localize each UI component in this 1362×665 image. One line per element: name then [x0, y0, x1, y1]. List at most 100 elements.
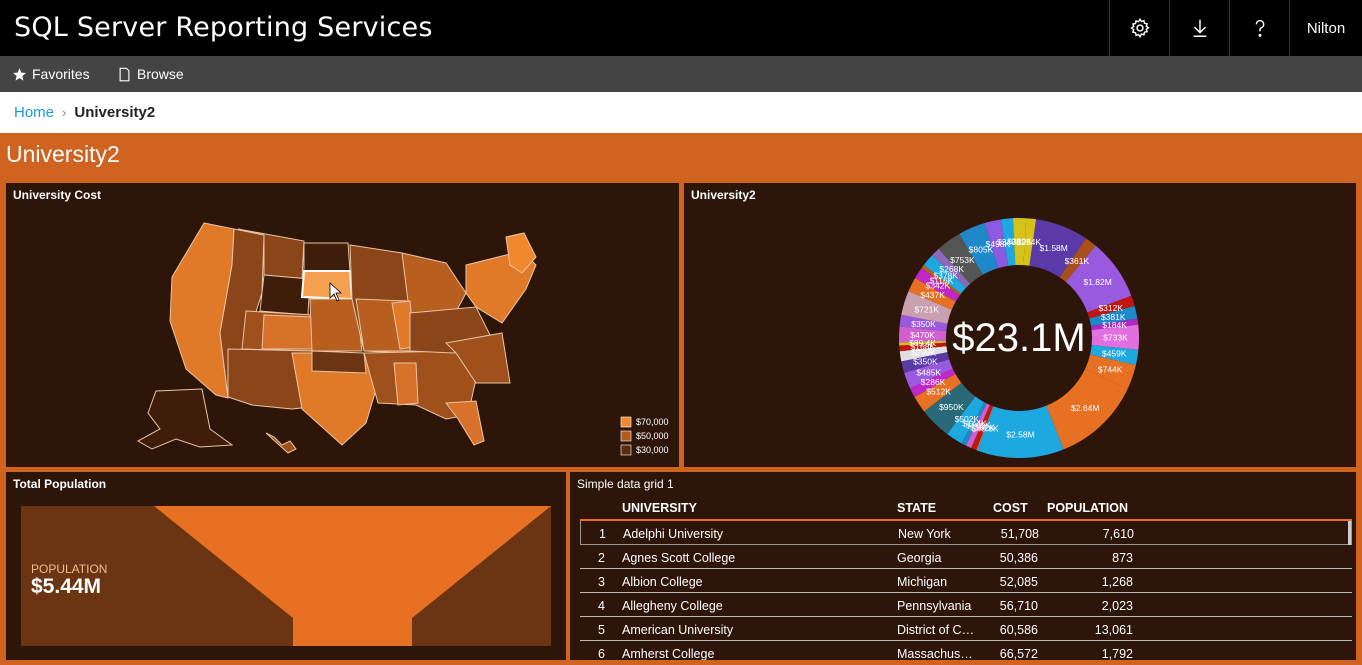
legend-swatch-mid	[620, 430, 632, 442]
map-tile[interactable]: University Cost $70,000 $50,000 $30,000	[6, 183, 679, 467]
legend-label-low: $30,000	[636, 445, 669, 455]
donut-data-label: $502K	[955, 414, 980, 424]
donut-data-label: $459K	[1102, 349, 1127, 359]
donut-data-label: $350K	[911, 319, 936, 329]
breadcrumb: Home › University2	[0, 92, 1362, 133]
cell-university: Albion College	[622, 575, 703, 589]
grid-header-row: UNIVERSITY STATE COST POPULATION	[580, 496, 1352, 521]
donut-data-label: $437K	[920, 290, 945, 300]
donut-data-label: $753K	[950, 255, 975, 265]
breadcrumb-current: University2	[74, 104, 156, 121]
donut-data-label: $721K	[914, 305, 939, 315]
data-grid: UNIVERSITY STATE COST POPULATION 1 Adelph…	[580, 496, 1352, 660]
donut-data-label: $184K	[1102, 320, 1127, 330]
map-region-north-dakota	[303, 242, 351, 272]
map-region-oklahoma	[311, 350, 367, 374]
donut-data-label: $286K	[921, 377, 946, 387]
cell-university: Amherst College	[622, 647, 715, 660]
table-row[interactable]: 3 Albion College Michigan 52,085 1,268	[580, 569, 1352, 593]
donut-center-value: $23.1M	[952, 316, 1085, 360]
page-title: University2	[6, 141, 120, 167]
cell-state: Michigan	[897, 575, 948, 589]
row-number: 1	[599, 527, 606, 541]
cell-university: Adelphi University	[623, 527, 724, 541]
favorites-label: Favorites	[32, 66, 90, 82]
top-bar: SQL Server Reporting Services Nilton	[0, 0, 1362, 56]
map-region-south-dakota	[300, 270, 354, 301]
settings-button[interactable]	[1109, 0, 1169, 56]
gear-icon	[1129, 17, 1150, 39]
table-row[interactable]: 5 American University District of Col... 60…	[580, 617, 1352, 641]
funnel-chart[interactable]: POPULATION $5.44M	[6, 472, 566, 660]
table-row[interactable]: 2 Agnes Scott College Georgia 50,386 873	[580, 545, 1352, 569]
cell-cost: 66,572	[999, 647, 1038, 660]
table-row[interactable]: 6 Amherst College Massachusetts 66,572 1,792	[580, 641, 1352, 660]
donut-tile[interactable]: University2 $294K $1.58M $361K $1.82M $312K $…	[684, 183, 1356, 467]
legend-label-high: $70,000	[636, 417, 669, 427]
document-icon	[119, 67, 130, 81]
user-menu-button[interactable]: Nilton	[1289, 0, 1362, 56]
cell-state: Massachusetts	[897, 647, 979, 660]
legend-label-mid: $50,000	[636, 431, 669, 441]
column-header-university[interactable]: UNIVERSITY	[622, 501, 882, 515]
cell-state: New York	[898, 527, 951, 541]
donut-data-label: $470K	[910, 330, 935, 340]
nav-bar: Favorites Browse	[0, 56, 1362, 92]
donut-data-label: $744K	[1098, 365, 1123, 375]
map-legend: $70,000 $50,000 $30,000	[620, 416, 669, 456]
column-header-population[interactable]: POPULATION	[1047, 501, 1147, 515]
question-icon	[1255, 19, 1264, 37]
map-region-florida	[445, 400, 485, 446]
donut-data-label: $389K	[1007, 237, 1032, 247]
download-button[interactable]	[1169, 0, 1229, 56]
cell-state: Pennsylvania	[897, 599, 972, 613]
browse-link[interactable]: Browse	[117, 56, 184, 92]
cell-cost: 56,710	[999, 599, 1038, 613]
row-number: 5	[598, 623, 605, 637]
row-number: 2	[598, 551, 605, 565]
donut-data-label: $950K	[939, 402, 964, 412]
donut-data-label: $1.82M	[1083, 277, 1111, 287]
browse-label: Browse	[137, 66, 184, 82]
donut-data-label: $512K	[926, 386, 951, 396]
cell-university: Agnes Scott College	[622, 551, 736, 565]
cell-university: Allegheny College	[622, 599, 723, 613]
breadcrumb-home-link[interactable]: Home	[14, 104, 54, 121]
table-row[interactable]: 4 Allegheny College Pennsylvania 56,710 2,02…	[580, 593, 1352, 617]
column-header-state[interactable]: STATE	[897, 501, 979, 515]
cell-population: 873	[1112, 551, 1133, 565]
donut-data-label: $361K	[1065, 256, 1090, 266]
donut-chart[interactable]: $294K$1.58M$361K$1.82M$312K$381K$184K$73…	[684, 183, 1356, 467]
row-number: 4	[598, 599, 605, 613]
legend-swatch-low	[620, 444, 632, 456]
column-header-cost[interactable]: COST	[993, 501, 1046, 515]
download-icon	[1193, 19, 1206, 37]
app-title: SQL Server Reporting Services	[14, 12, 433, 43]
map-region-colorado	[261, 314, 315, 350]
grid-tile-title: Simple data grid 1	[577, 477, 674, 491]
donut-data-label: $268K	[939, 264, 964, 274]
cell-cost: 51,708	[1000, 527, 1039, 541]
star-icon	[13, 67, 26, 81]
cell-population: 1,792	[1101, 647, 1133, 660]
us-map[interactable]: $70,000 $50,000 $30,000	[6, 183, 679, 467]
chevron-right-icon: ›	[62, 105, 67, 120]
cell-cost: 60,586	[999, 623, 1038, 637]
donut-data-label: $2.58M	[1006, 429, 1034, 439]
help-button[interactable]	[1229, 0, 1289, 56]
row-number: 6	[598, 647, 605, 660]
funnel-tile[interactable]: Total Population POPULATION $5.44M	[6, 472, 566, 660]
grid-scrollbar[interactable]	[1348, 521, 1351, 545]
cell-population: 1,268	[1101, 575, 1133, 589]
cell-state: Georgia	[897, 551, 942, 565]
grid-tile[interactable]: Simple data grid 1 UNIVERSITY STATE COST…	[570, 472, 1356, 660]
favorites-link[interactable]: Favorites	[12, 56, 90, 92]
donut-data-label: $350K	[913, 356, 938, 366]
funnel-label: POPULATION	[31, 562, 107, 576]
table-row[interactable]: 1 Adelphi University New York 51,708 7,610	[580, 521, 1352, 545]
donut-data-label: $2.64M	[1071, 403, 1099, 413]
map-region-hawaii	[265, 432, 297, 454]
map-region-alabama	[393, 362, 419, 406]
cell-population: 13,061	[1094, 623, 1133, 637]
cell-population: 2,023	[1101, 599, 1133, 613]
